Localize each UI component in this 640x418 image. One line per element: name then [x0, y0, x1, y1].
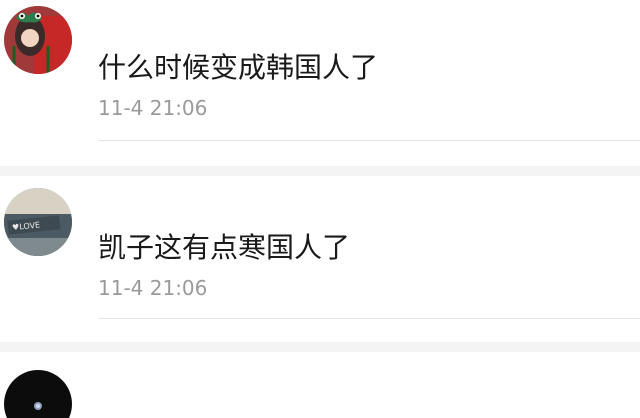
avatar[interactable]: ♥LOVE [4, 188, 72, 256]
section-divider [0, 342, 640, 352]
avatar[interactable] [4, 370, 72, 418]
user-avatar-icon [4, 370, 72, 418]
divider [98, 318, 640, 319]
section-divider [0, 166, 640, 176]
user-avatar-icon [4, 6, 72, 74]
comment-time: 11-4 21:06 [98, 276, 208, 300]
comment-list: 什么时候变成韩国人了 11-4 21:06 ♥LOVE 凯子这有点寒国人了 11… [0, 0, 640, 418]
comment-text: 什么时候变成韩国人了 [98, 51, 379, 84]
comment-text: 凯子这有点寒国人了 [98, 231, 351, 264]
comment-time: 11-4 21:06 [98, 96, 208, 120]
user-avatar-icon: ♥LOVE [4, 188, 72, 256]
divider [98, 140, 640, 141]
avatar[interactable] [4, 6, 72, 74]
